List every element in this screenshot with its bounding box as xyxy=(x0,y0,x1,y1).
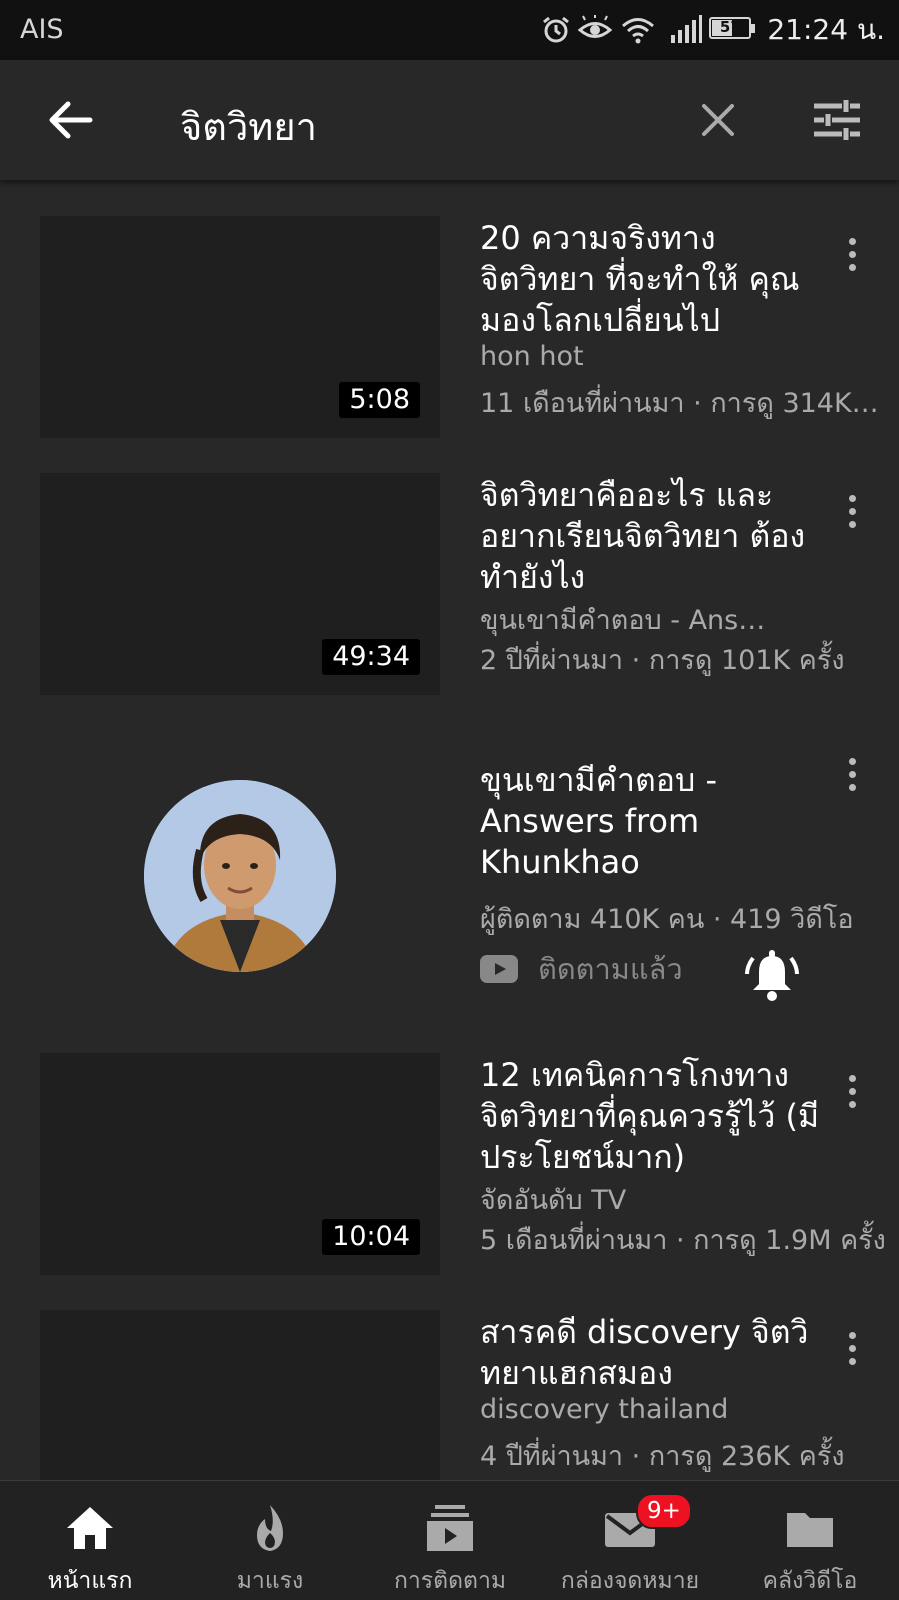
video-channel: discovery thailand xyxy=(480,1394,729,1425)
more-options-icon[interactable] xyxy=(844,238,860,276)
video-meta: 4 ปีที่ผ่านมา · การดู 236K ครั้ง xyxy=(480,1441,845,1472)
more-options-icon[interactable] xyxy=(844,495,860,533)
status-bar: AIS 57 21:24 น. xyxy=(0,0,899,60)
nav-label: มาแรง xyxy=(236,1568,304,1594)
video-result[interactable]: 49:34 จิตวิทยาคืออะไร และ อยากเรียนจิตวิ… xyxy=(0,473,899,733)
bottom-navigation: หน้าแรก มาแรง การติดตาม 9+ กล่องจดหมาย ค… xyxy=(0,1480,899,1600)
video-title[interactable]: 20 ความจริงทาง จิตวิทยา ที่จะทำให้ คุณมอ… xyxy=(480,218,840,341)
nav-library[interactable]: คลังวิดีโอ xyxy=(720,1481,899,1600)
notification-bell-icon[interactable] xyxy=(745,950,799,1004)
nav-trending[interactable]: มาแรง xyxy=(180,1481,360,1600)
nav-home[interactable]: หน้าแรก xyxy=(0,1481,180,1600)
video-thumbnail[interactable] xyxy=(40,1310,440,1480)
nav-label: หน้าแรก xyxy=(47,1568,133,1594)
nav-inbox[interactable]: 9+ กล่องจดหมาย xyxy=(540,1481,720,1600)
channel-avatar[interactable] xyxy=(144,780,336,972)
subscriptions-icon xyxy=(427,1505,473,1551)
more-options-icon[interactable] xyxy=(844,1332,860,1370)
clear-search-icon[interactable] xyxy=(700,102,736,138)
video-duration: 10:04 xyxy=(322,1219,420,1255)
status-icons: 57 21:24 น. xyxy=(541,12,885,48)
subscribed-label: ติดตามแล้ว xyxy=(538,952,683,986)
video-meta: 2 ปีที่ผ่านมา · การดู 101K ครั้ง xyxy=(480,645,845,676)
video-channel: hon hot xyxy=(480,341,584,372)
home-icon xyxy=(67,1507,113,1549)
search-header: จิตวิทยา xyxy=(0,60,899,180)
subscribed-button[interactable]: ติดตามแล้ว xyxy=(480,944,683,994)
video-result[interactable]: สารคดี discovery จิตวิทยาแฮกสมอง discove… xyxy=(0,1310,899,1480)
search-query[interactable]: จิตวิทยา xyxy=(180,96,317,157)
video-thumbnail[interactable]: 49:34 xyxy=(40,473,440,695)
avatar-image xyxy=(144,780,336,972)
battery-icon: 57 xyxy=(709,17,757,43)
channel-stats: ผู้ติดตาม 410K คน · 419 วิดีโอ xyxy=(480,904,854,935)
back-arrow-icon[interactable] xyxy=(46,96,94,144)
eye-comfort-icon xyxy=(578,15,613,38)
youtube-icon xyxy=(480,955,518,983)
battery-level: 57 xyxy=(719,18,741,36)
notification-badge: 9+ xyxy=(636,1493,692,1529)
status-time: 21:24 น. xyxy=(767,13,885,46)
video-title[interactable]: สารคดี discovery จิตวิทยาแฮกสมอง xyxy=(480,1312,840,1394)
folder-icon xyxy=(787,1513,833,1547)
video-meta: 11 เดือนที่ผ่านมา · การดู 314K… xyxy=(480,388,879,419)
nav-label: การติดตาม xyxy=(393,1568,507,1594)
video-channel: จัดอันดับ TV xyxy=(480,1185,627,1216)
flame-icon xyxy=(257,1505,283,1551)
channel-result[interactable]: ขุนเขามีคำตอบ - Answers from Khunkhao ผู… xyxy=(0,758,899,1060)
video-result[interactable]: 10:04 12 เทคนิคการโกงทาง จิตวิทยาที่คุณค… xyxy=(0,1053,899,1313)
signal-icon xyxy=(671,15,703,43)
filter-icon[interactable] xyxy=(814,98,860,142)
nav-label: กล่องจดหมาย xyxy=(560,1568,700,1594)
nav-subscriptions[interactable]: การติดตาม xyxy=(360,1481,540,1600)
carrier-label: AIS xyxy=(20,14,64,45)
search-results: 5:08 20 ความจริงทาง จิตวิทยา ที่จะทำให้ … xyxy=(0,180,899,1480)
video-result[interactable]: 5:08 20 ความจริงทาง จิตวิทยา ที่จะทำให้ … xyxy=(0,216,899,476)
video-channel: ขุนเขามีคำตอบ - Answ… xyxy=(480,605,780,636)
video-meta: 5 เดือนที่ผ่านมา · การดู 1.9M ครั้ง xyxy=(480,1225,886,1256)
more-options-icon[interactable] xyxy=(844,1075,860,1113)
channel-title[interactable]: ขุนเขามีคำตอบ - Answers from Khunkhao xyxy=(480,760,840,883)
video-title[interactable]: 12 เทคนิคการโกงทาง จิตวิทยาที่คุณควรรู้ไ… xyxy=(480,1055,840,1178)
video-duration: 5:08 xyxy=(339,382,420,418)
alarm-icon xyxy=(543,16,570,43)
video-thumbnail[interactable]: 10:04 xyxy=(40,1053,440,1275)
wifi-icon xyxy=(622,18,655,44)
nav-label: คลังวิดีโอ xyxy=(762,1568,858,1594)
video-title[interactable]: จิตวิทยาคืออะไร และ อยากเรียนจิตวิทยา ต้… xyxy=(480,475,840,598)
video-thumbnail[interactable]: 5:08 xyxy=(40,216,440,438)
video-duration: 49:34 xyxy=(322,639,420,675)
more-options-icon[interactable] xyxy=(844,758,860,796)
